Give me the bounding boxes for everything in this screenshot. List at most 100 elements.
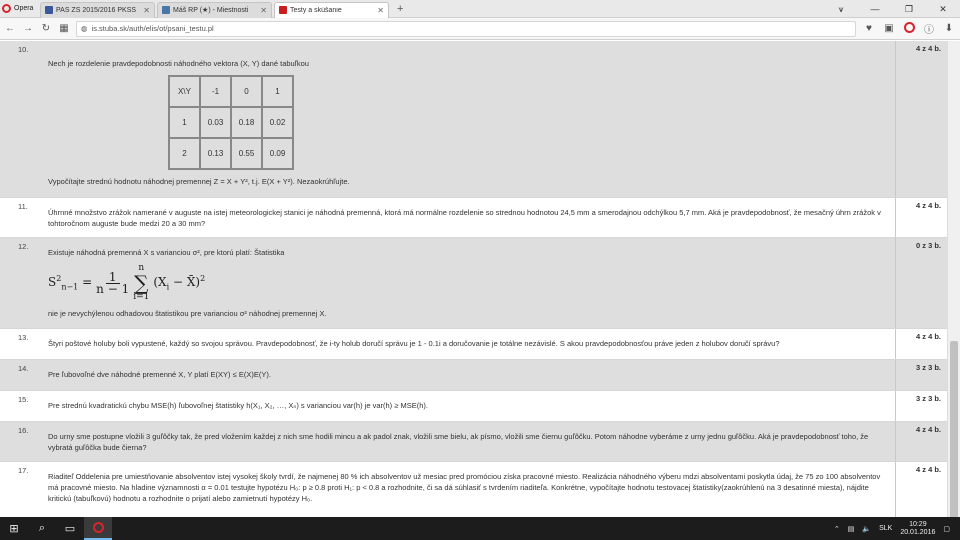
- table-cell: 0.55: [230, 137, 263, 170]
- question-points: 4 z 4 b.: [895, 329, 947, 359]
- close-tab-icon[interactable]: ✕: [260, 6, 267, 15]
- question-17: 17. Riaditeľ Oddelenia pre umiestňovanie…: [0, 462, 947, 517]
- table-cell: 0: [230, 75, 263, 108]
- snapshot-icon[interactable]: ▣: [882, 23, 896, 34]
- question-points: 4 z 4 b.: [895, 198, 947, 237]
- tab-title: Testy a skúšanie: [290, 6, 342, 14]
- windows-taskbar: ⊞ ⌕ ▭ ⌃ ▤ 🔈 SLK 10:29 20.01.2016 ▢: [0, 517, 960, 540]
- maximize-button[interactable]: ❐: [892, 0, 926, 18]
- question-points: 4 z 4 b.: [895, 462, 947, 517]
- question-points: 3 z 3 b.: [895, 391, 947, 421]
- question-12: 12. Existuje náhodná premenná X s varian…: [0, 238, 947, 329]
- close-window-button[interactable]: ✕: [926, 0, 960, 18]
- scrollbar-thumb[interactable]: [950, 341, 958, 531]
- opera-extension-icon[interactable]: [902, 21, 916, 36]
- download-icon[interactable]: ⬇: [942, 23, 956, 34]
- table-cell: 0.02: [261, 106, 294, 139]
- clock-date: 20.01.2016: [900, 528, 936, 536]
- new-tab-button[interactable]: +: [391, 3, 409, 15]
- question-text: Existuje náhodná premenná X s varianciou…: [48, 248, 285, 257]
- question-number: 12.: [18, 242, 29, 251]
- close-tab-icon[interactable]: ✕: [377, 6, 384, 15]
- question-16: 16. Do urny sme postupne vložili 3 guľôč…: [0, 422, 947, 462]
- question-text: Štyri poštové holuby boli vypustené, kaž…: [48, 339, 780, 348]
- page-content: 10. Nech je rozdelenie pravdepodobnosti …: [0, 41, 947, 517]
- tab-bar: Opera PAS ZS 2015/2016 PKSS ✕ Máš RP (★)…: [0, 0, 960, 18]
- tab-rp[interactable]: Máš RP (★) - Miestnosti ✕: [157, 1, 272, 18]
- question-number: 17.: [18, 466, 29, 475]
- forward-button[interactable]: →: [22, 23, 34, 34]
- facebook-icon: [45, 6, 53, 14]
- question-points: 0 z 3 b.: [895, 238, 947, 328]
- heart-icon[interactable]: ♥: [862, 23, 876, 34]
- table-cell: 2: [168, 137, 201, 170]
- question-13: 13. Štyri poštové holuby boli vypustené,…: [0, 329, 947, 360]
- question-number: 16.: [18, 426, 29, 435]
- question-11: 11. Úhrnné množstvo zrážok namerané v au…: [0, 198, 947, 238]
- question-number: 11.: [18, 202, 28, 211]
- question-15: 15. Pre strednú kvadratickú chybu MSE(h)…: [0, 391, 947, 422]
- statistic-formula: S2n−1 = 1n − 1 n ∑ i=1 (Xi − X̄)2: [48, 263, 206, 302]
- window-controls: ⩛ — ❐ ✕: [824, 0, 960, 18]
- question-text: Pre ľubovoľné dve náhodné premenné X, Y …: [48, 370, 271, 379]
- question-text: Vypočítajte strednú hodnotu náhodnej pre…: [48, 177, 350, 186]
- table-cell: 1: [168, 106, 201, 139]
- tab-pas[interactable]: PAS ZS 2015/2016 PKSS ✕: [40, 1, 155, 18]
- url-field[interactable]: ◍ is.stuba.sk/auth/elis/ot/psani_testu.p…: [76, 20, 856, 37]
- url-text: is.stuba.sk/auth/elis/ot/psani_testu.pl: [91, 24, 214, 33]
- task-view-icon[interactable]: ▭: [56, 517, 84, 540]
- question-points: 3 z 3 b.: [895, 360, 947, 390]
- page-scrollbar[interactable]: [947, 41, 960, 531]
- question-number: 13.: [18, 333, 29, 342]
- question-text: Nech je rozdelenie pravdepodobnosti náho…: [48, 59, 309, 68]
- table-cell: 0.03: [199, 106, 232, 139]
- table-cell: 0.13: [199, 137, 232, 170]
- close-tab-icon[interactable]: ✕: [143, 6, 150, 15]
- address-toolbar: ← → ↻ ▦ ◍ is.stuba.sk/auth/elis/ot/psani…: [0, 18, 960, 40]
- network-icon[interactable]: ▤: [848, 525, 855, 533]
- question-number: 15.: [18, 395, 29, 404]
- tab-title: Máš RP (★) - Miestnosti: [173, 7, 249, 14]
- table-cell: 0.18: [230, 106, 263, 139]
- question-points: 4 z 4 b.: [895, 422, 947, 461]
- question-points: 4 z 4 b.: [895, 41, 947, 197]
- reload-button[interactable]: ↻: [40, 23, 52, 34]
- windows-start-icon[interactable]: ⊞: [0, 517, 28, 540]
- messenger-icon: [162, 6, 170, 14]
- system-tray: ⌃ ▤ 🔈 SLK 10:29 20.01.2016 ▢: [834, 517, 960, 540]
- minimize-button[interactable]: —: [858, 0, 892, 18]
- question-text: nie je nevychýlenou odhadovou štatistiko…: [48, 309, 327, 318]
- opera-menu-label: Opera: [14, 5, 34, 12]
- probability-table: X\Y -1 0 1 1 0.03 0.18 0.02 2 0.13 0.55 …: [168, 75, 294, 170]
- question-10: 10. Nech je rozdelenie pravdepodobnosti …: [0, 41, 947, 198]
- question-14: 14. Pre ľubovoľné dve náhodné premenné X…: [0, 360, 947, 391]
- question-text: Riaditeľ Oddelenia pre umiestňovanie abs…: [48, 472, 881, 503]
- vpn-icon[interactable]: ⓘ: [922, 21, 936, 36]
- back-button[interactable]: ←: [4, 23, 16, 34]
- question-text: Pre strednú kvadratickú chybu MSE(h) ľub…: [48, 401, 428, 410]
- question-number: 14.: [18, 364, 29, 373]
- stu-icon: [279, 6, 287, 14]
- notifications-icon[interactable]: ▢: [943, 525, 950, 533]
- opera-menu-button[interactable]: Opera: [0, 0, 40, 18]
- question-text: Úhrnné množstvo zrážok namerané v august…: [48, 208, 881, 228]
- volume-icon[interactable]: 🔈: [862, 525, 871, 533]
- tab-menu-icon[interactable]: ⩛: [824, 0, 858, 18]
- speed-dial-icon[interactable]: ▦: [58, 23, 70, 34]
- question-text: Do urny sme postupne vložili 3 guľôčky t…: [48, 432, 869, 452]
- language-indicator[interactable]: SLK: [879, 525, 892, 532]
- search-icon[interactable]: ⌕: [28, 517, 56, 540]
- tab-testy[interactable]: Testy a skúšanie ✕: [274, 1, 389, 18]
- opera-logo-icon: [2, 4, 11, 13]
- table-cell: X\Y: [168, 75, 201, 108]
- clock[interactable]: 10:29 20.01.2016: [900, 521, 935, 537]
- clock-time: 10:29: [909, 520, 927, 528]
- question-number: 10.: [18, 45, 29, 54]
- tab-title: PAS ZS 2015/2016 PKSS: [56, 6, 137, 14]
- globe-icon: ◍: [81, 24, 88, 33]
- table-cell: -1: [199, 75, 232, 108]
- opera-taskbar-icon[interactable]: [84, 517, 112, 540]
- chevron-up-icon[interactable]: ⌃: [834, 525, 840, 533]
- table-cell: 1: [261, 75, 294, 108]
- table-cell: 0.09: [261, 137, 294, 170]
